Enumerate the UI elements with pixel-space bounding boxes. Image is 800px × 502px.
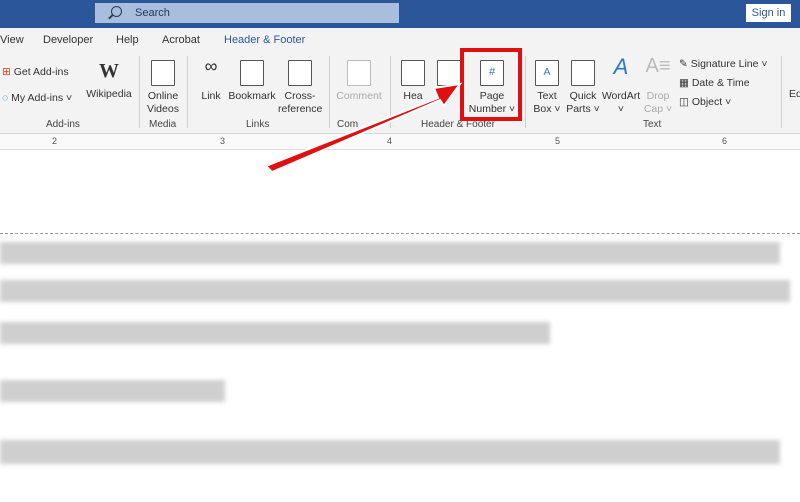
red-arrow-icon bbox=[264, 82, 463, 174]
